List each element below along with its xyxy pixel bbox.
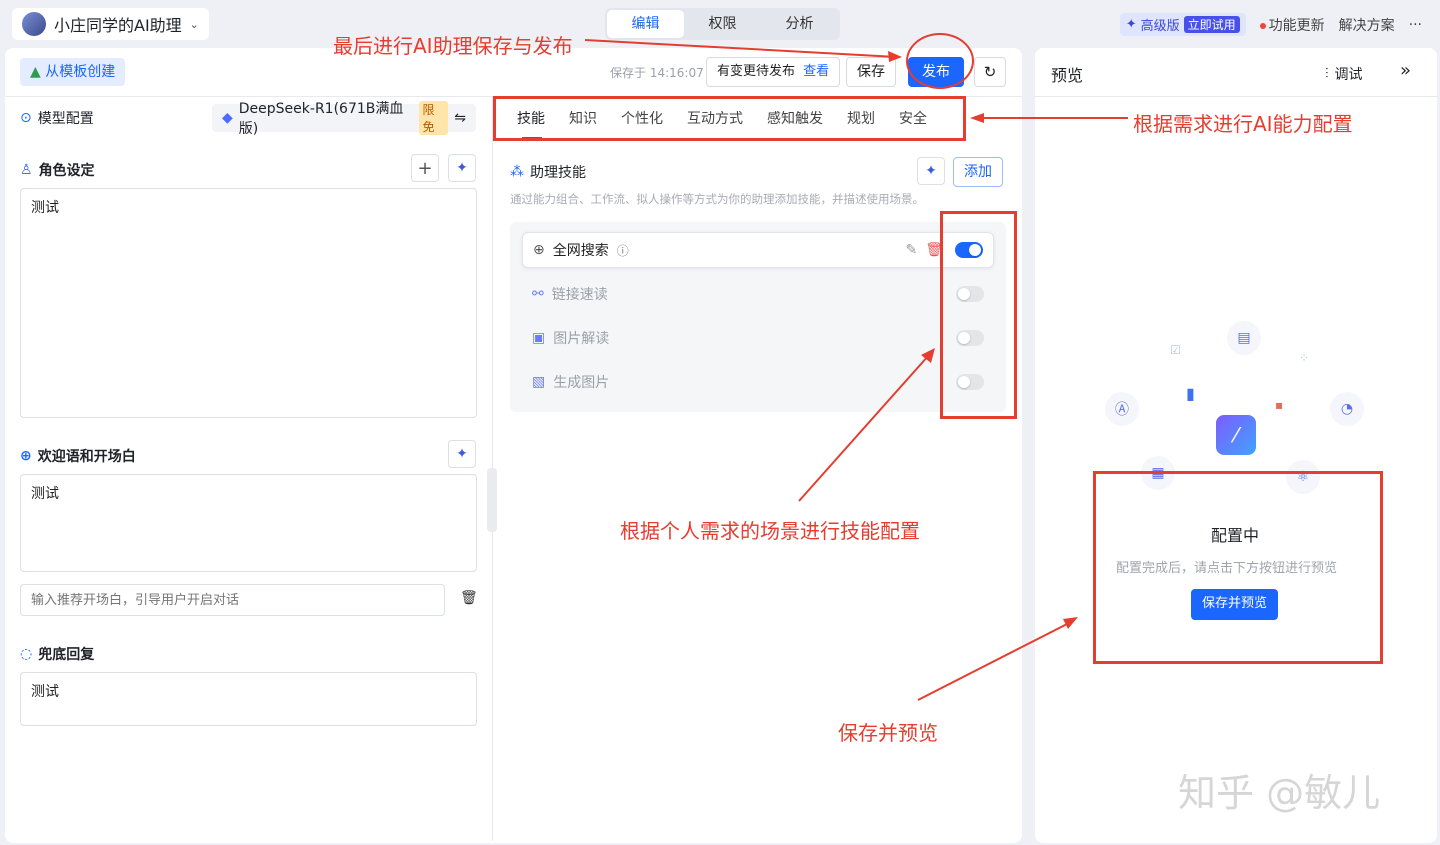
ai-optimize-icon[interactable]: ✦ bbox=[917, 157, 945, 185]
model-config-row: ⊙ 模型配置 bbox=[20, 108, 94, 128]
preview-highlight-box bbox=[1093, 471, 1383, 664]
picture-icon: ▧ bbox=[532, 374, 546, 390]
more-menu-icon[interactable]: ··· bbox=[1409, 17, 1422, 33]
image-icon: ▣ bbox=[532, 330, 546, 346]
preview-annotation: 保存并预览 bbox=[838, 721, 938, 745]
tabs-highlight-box bbox=[493, 96, 966, 141]
tabs-arrow bbox=[970, 113, 1128, 123]
welcome-section-title: ⊕ 欢迎语和开场白 bbox=[20, 446, 136, 466]
globe-icon: ⊕ bbox=[533, 242, 545, 258]
edit-icon[interactable]: ✎ bbox=[905, 242, 917, 258]
fallback-title: 兜底回复 bbox=[38, 647, 95, 663]
skills-title: 助理技能 bbox=[530, 165, 586, 181]
skill-annotation: 根据个人需求的场景进行技能配置 bbox=[620, 519, 920, 543]
preview-title: 预览 bbox=[1051, 66, 1084, 85]
model-selector[interactable]: ◆ DeepSeek-R1(671B满血版) 限免 ⇋ bbox=[212, 101, 476, 137]
welcome-textarea[interactable]: 测试 bbox=[20, 474, 477, 572]
link-icon: ⚯ bbox=[532, 286, 544, 302]
font-icon: Ⓐ bbox=[1105, 392, 1139, 426]
role-title: 角色设定 bbox=[38, 163, 95, 179]
role-textarea[interactable]: 测试 bbox=[20, 188, 477, 418]
publish-highlight-circle bbox=[906, 33, 974, 89]
toggles-highlight-box bbox=[940, 211, 1017, 419]
top-right-links: ✦ 高级版 立即试用 功能更新 解决方案 ··· bbox=[1119, 13, 1422, 36]
app-title-bar[interactable]: 小庄同学的AI助理 ⌄ bbox=[12, 8, 209, 40]
check-icon: ☑ bbox=[1170, 343, 1181, 357]
chat-bubble-icon: ◌ bbox=[20, 646, 33, 662]
model-config-label: 模型配置 bbox=[37, 111, 94, 127]
publish-annotation: 最后进行AI助理保存与发布 bbox=[333, 34, 573, 58]
document-icon: ▤ bbox=[1227, 321, 1261, 355]
deepseek-icon: ◆ bbox=[222, 110, 233, 126]
grid-icon: ⁘ bbox=[1299, 351, 1310, 365]
template-label: 从模板创建 bbox=[45, 64, 116, 80]
sliders-icon: ⫶ bbox=[1325, 66, 1329, 82]
fallback-textarea[interactable]: 测试 bbox=[20, 672, 477, 726]
solutions-link[interactable]: 解决方案 bbox=[1339, 15, 1395, 35]
pdf-icon: ▪ bbox=[1275, 398, 1284, 412]
skill-name: 图片解读 bbox=[553, 331, 610, 347]
switch-icon: ⇋ bbox=[454, 110, 466, 126]
debug-label: 调试 bbox=[1334, 67, 1363, 83]
skill-name: 全网搜索 bbox=[552, 243, 609, 259]
new-dot bbox=[1259, 22, 1266, 29]
role-section-title: ♙ 角色设定 bbox=[20, 160, 95, 180]
plus-circle-icon: ⊕ bbox=[20, 448, 32, 464]
add-icon[interactable]: + bbox=[411, 154, 439, 182]
ai-optimize-icon[interactable]: ✦ bbox=[448, 440, 476, 468]
model-name: DeepSeek-R1(671B满血版) bbox=[238, 101, 404, 137]
chart-icon: ◔ bbox=[1330, 392, 1364, 426]
updates-label: 功能更新 bbox=[1268, 17, 1325, 34]
history-icon[interactable]: ↻ bbox=[974, 57, 1006, 87]
updates-link[interactable]: 功能更新 bbox=[1259, 15, 1325, 35]
magic-center-icon: ⁄ bbox=[1216, 415, 1256, 455]
skill-name: 链接速读 bbox=[551, 287, 608, 303]
publish-arrow bbox=[584, 39, 902, 62]
preview-arrow bbox=[917, 617, 1078, 701]
model-config-icon: ⊙ bbox=[20, 110, 32, 126]
user-icon: ♙ bbox=[20, 162, 33, 178]
template-icon: ▲ bbox=[30, 64, 41, 80]
skill-row-web-search[interactable]: ⊕ 全网搜索 ⓘ ✎ 🗑 bbox=[522, 232, 994, 268]
skill-name: 生成图片 bbox=[553, 375, 610, 391]
app-name: 小庄同学的AI助理 bbox=[54, 16, 182, 35]
welcome-title: 欢迎语和开场白 bbox=[37, 449, 136, 465]
info-icon: ⓘ bbox=[616, 243, 629, 258]
file-icon: ▮ bbox=[1186, 384, 1195, 403]
pro-trial-button[interactable]: 立即试用 bbox=[1183, 16, 1240, 33]
magic-wand-icon: ✦ bbox=[1125, 17, 1137, 32]
skills-description: 通过能力组合、工作流、拟人操作等方式为你的助理添加技能，并描述使用场景。 bbox=[510, 192, 924, 206]
watermark: 知乎 @敏儿 bbox=[1178, 771, 1381, 815]
skill-row-link-read[interactable]: ⚯ 链接速读 bbox=[522, 276, 994, 312]
skills-header: ⁂ 助理技能 bbox=[510, 162, 586, 182]
free-badge: 限免 bbox=[419, 101, 449, 135]
opener-input[interactable] bbox=[20, 584, 445, 616]
fallback-section-title: ◌ 兜底回复 bbox=[20, 644, 94, 664]
pro-label: 高级版 bbox=[1140, 19, 1180, 34]
chevron-down-icon: ⌄ bbox=[189, 17, 199, 31]
add-skill-button[interactable]: 添加 bbox=[953, 157, 1003, 187]
create-from-template-button[interactable]: ▲ 从模板创建 bbox=[20, 58, 126, 86]
trash-icon[interactable]: 🗑 bbox=[460, 590, 478, 606]
ai-optimize-icon[interactable]: ✦ bbox=[448, 154, 476, 182]
pro-badge[interactable]: ✦ 高级版 立即试用 bbox=[1119, 13, 1246, 36]
assistant-avatar bbox=[22, 12, 46, 36]
expand-icon[interactable]: » bbox=[1400, 60, 1411, 81]
skill-arrow bbox=[798, 348, 935, 502]
ability-annotation: 根据需求进行AI能力配置 bbox=[1133, 112, 1353, 136]
skills-icon: ⁂ bbox=[510, 164, 524, 180]
debug-button[interactable]: ⫶ 调试 bbox=[1325, 64, 1363, 84]
preview-divider bbox=[1035, 96, 1437, 97]
collapse-handle[interactable] bbox=[487, 468, 497, 532]
